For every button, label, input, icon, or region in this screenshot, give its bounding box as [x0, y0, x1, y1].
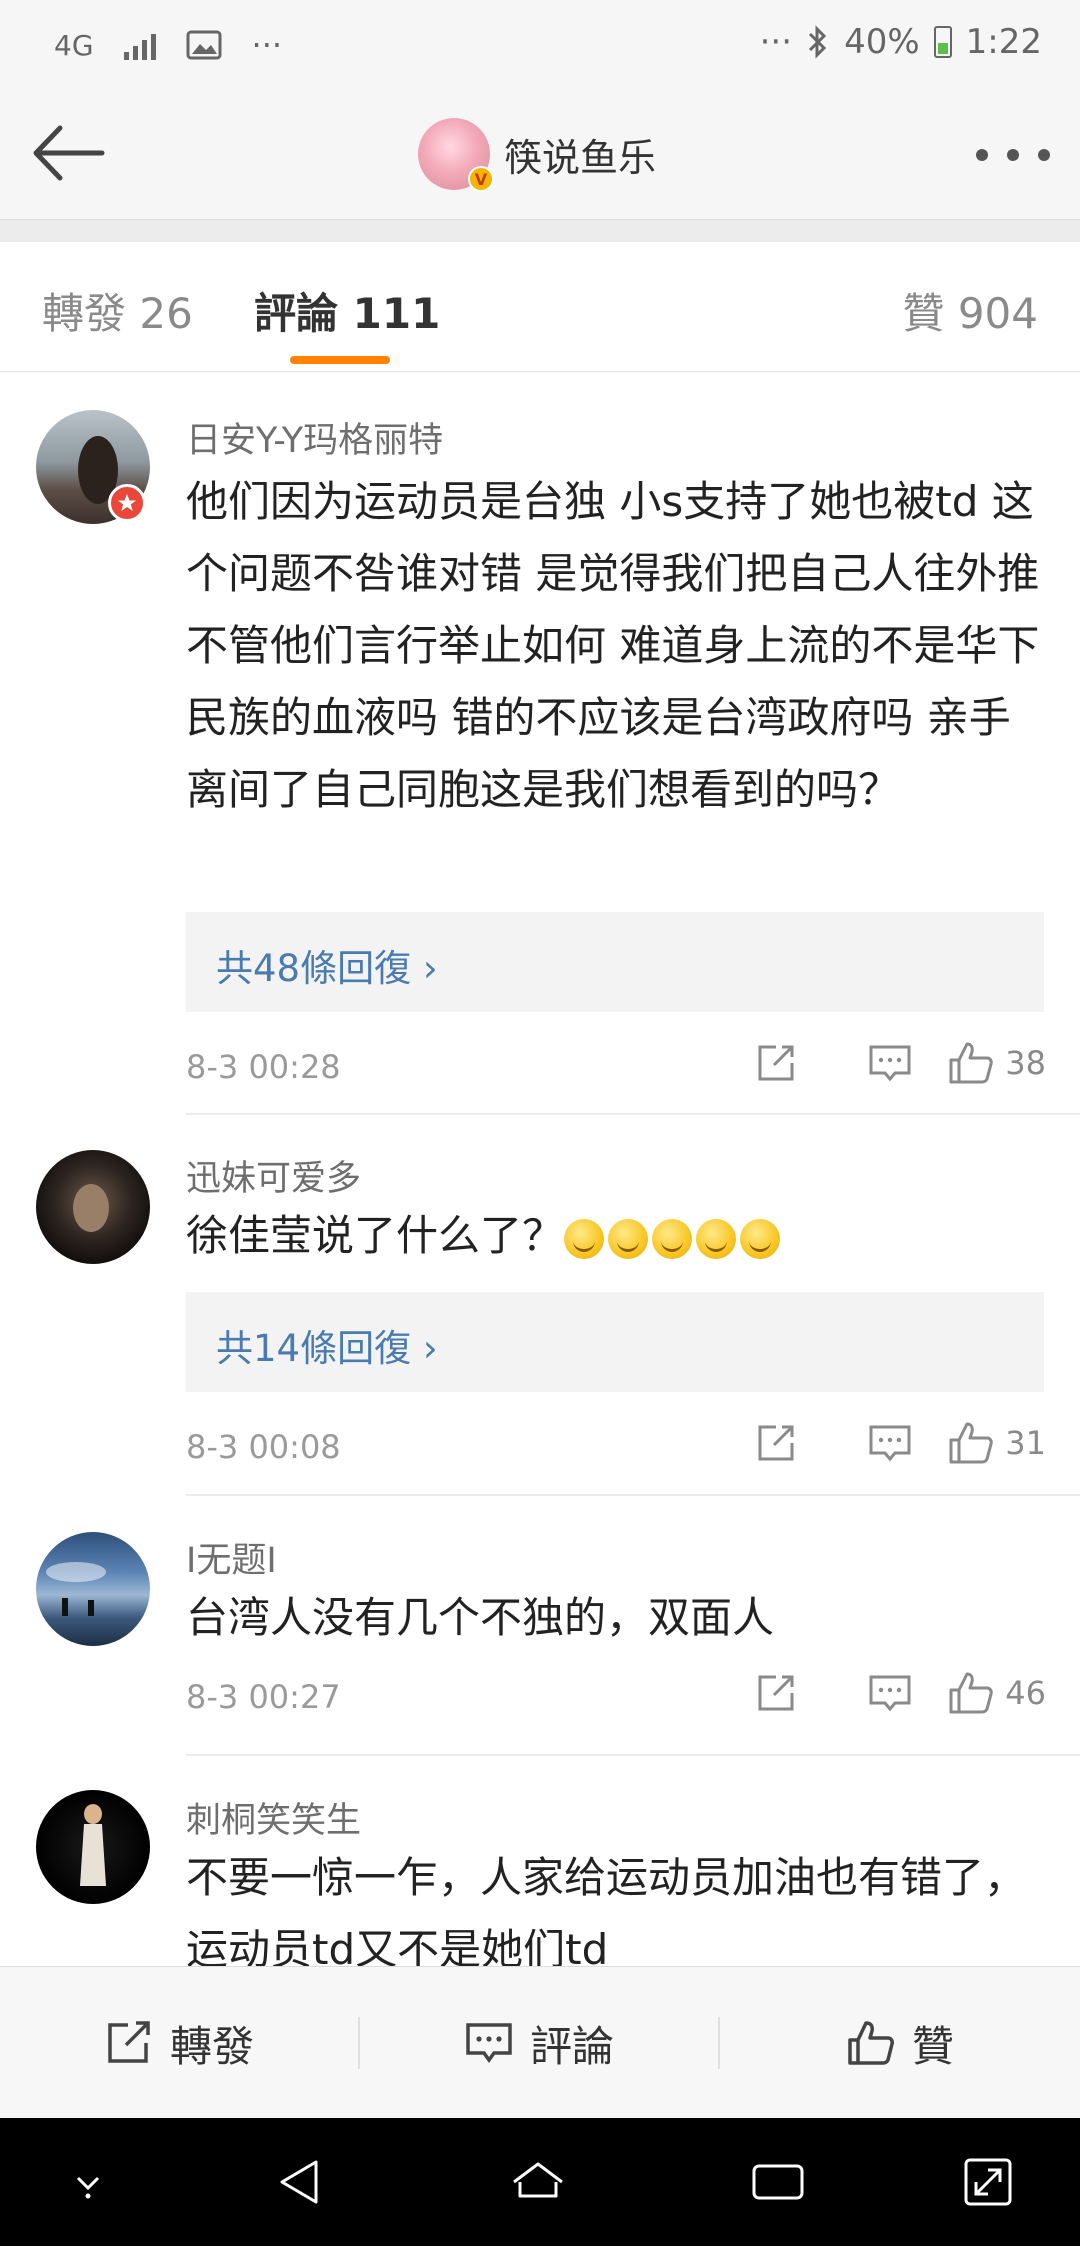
- comment-item: 刺桐笑笑生 不要一惊一乍，人家给运动员加油也有错了，运动员td又不是她们td: [0, 1756, 1080, 1966]
- comment-divider: [186, 1113, 1080, 1115]
- commenter-avatar[interactable]: [36, 1790, 150, 1904]
- commenter-name[interactable]: 刺桐笑笑生: [186, 1792, 361, 1843]
- signal-icon: [123, 30, 156, 60]
- more-options-icon[interactable]: [976, 130, 1050, 180]
- like-count: 46: [1005, 1674, 1046, 1712]
- repost-label: 轉發: [169, 2021, 254, 2071]
- comment-label: 評論: [529, 2021, 614, 2071]
- header-user[interactable]: V 筷说鱼乐: [418, 118, 657, 192]
- section-separator: [0, 220, 1080, 242]
- like-label: 贊: [911, 2021, 954, 2071]
- reply-icon[interactable]: [833, 1421, 947, 1465]
- comment-divider: [186, 1494, 1080, 1496]
- nav-home-icon[interactable]: [508, 2152, 568, 2212]
- expand-icon[interactable]: [958, 2152, 1018, 2212]
- tab-repost[interactable]: 轉發 26: [42, 280, 193, 341]
- reply-icon[interactable]: [833, 1041, 947, 1085]
- emoji-icon: [740, 1218, 781, 1259]
- comment-meta: 8-3 00:28 38: [186, 1040, 1046, 1100]
- comment-text: 不要一惊一乍，人家给运动员加油也有错了，运动员td又不是她们td: [186, 1853, 1027, 1966]
- bluetooth-icon: [809, 25, 827, 59]
- status-bar: 4G ··· ··· 40% 1:22: [0, 0, 1080, 90]
- commenter-name[interactable]: 日安Y-Y玛格丽特: [186, 412, 443, 463]
- emoji-icon: [696, 1218, 737, 1259]
- share-icon[interactable]: [719, 1671, 833, 1715]
- battery-percent: 40%: [844, 22, 920, 62]
- thumbs-up-icon: [848, 2021, 894, 2065]
- tab-likes[interactable]: 贊 904: [902, 280, 1038, 341]
- comment-text: 他们因为运动员是台独 小s支持了她也被td 这个问题不咎谁对错 是觉得我们把自己…: [186, 477, 1040, 814]
- repost-button[interactable]: 轉發: [0, 1967, 358, 2119]
- comment-time: 8-3 00:08: [186, 1428, 341, 1466]
- comment-text: 徐佳莹说了什么了？: [186, 1200, 1046, 1272]
- thumbs-up-icon: [949, 1672, 994, 1714]
- comment-text: 台湾人没有几个不独的，双面人: [186, 1593, 775, 1642]
- clock: 1:22: [965, 22, 1042, 62]
- like-button[interactable]: 38: [947, 1040, 1046, 1086]
- top-nav: V 筷说鱼乐: [0, 90, 1080, 220]
- comment-time: 8-3 00:27: [186, 1678, 341, 1716]
- comment-icon: [466, 2023, 512, 2064]
- bottom-action-bar: 轉發 評論 贊: [0, 1966, 1080, 2118]
- commenter-avatar[interactable]: [36, 1150, 150, 1264]
- status-more: ···: [759, 22, 793, 62]
- header-title: 筷说鱼乐: [504, 135, 657, 180]
- tab-comments[interactable]: 評論 111: [254, 280, 440, 364]
- comment-meta: 8-3 00:08 31: [186, 1420, 1046, 1480]
- nav-recents-icon[interactable]: [748, 2152, 808, 2212]
- repost-icon: [108, 2021, 150, 2063]
- commenter-avatar[interactable]: [36, 1532, 150, 1646]
- header-avatar[interactable]: V: [418, 118, 494, 192]
- share-icon[interactable]: [719, 1041, 833, 1085]
- like-count: 38: [1005, 1044, 1046, 1082]
- thumbs-up-icon: [949, 1422, 994, 1464]
- avatar-photo: [46, 1562, 106, 1616]
- like-post-button[interactable]: 贊: [720, 1967, 1080, 2119]
- comment-meta: 8-3 00:27 46: [186, 1670, 1046, 1730]
- notification-more: ···: [251, 26, 283, 64]
- active-tab-indicator: [290, 356, 390, 364]
- emoji-icon: [608, 1218, 649, 1259]
- tab-bar: 轉發 26 評論 111 贊 904: [0, 242, 1080, 372]
- thumbs-up-icon: [949, 1042, 994, 1084]
- vip-badge: V: [468, 166, 494, 192]
- comment-button[interactable]: 評論: [360, 1967, 718, 2119]
- emoji-icon: [564, 1218, 605, 1259]
- avatar-photo: [80, 1804, 106, 1886]
- network-indicator: 4G: [54, 28, 94, 62]
- like-count: 31: [1005, 1424, 1046, 1462]
- nav-back-icon[interactable]: [270, 2152, 330, 2212]
- reply-icon[interactable]: [833, 1671, 947, 1715]
- comment-time: 8-3 00:28: [186, 1048, 341, 1086]
- like-button[interactable]: 31: [947, 1420, 1046, 1466]
- replies-link[interactable]: 共48條回復 ›: [186, 912, 1044, 1012]
- verified-badge-icon: [108, 484, 146, 522]
- avatar-photo: [73, 1184, 109, 1232]
- share-icon[interactable]: [719, 1421, 833, 1465]
- replies-link[interactable]: 共14條回復 ›: [186, 1292, 1044, 1392]
- back-arrow-icon[interactable]: [28, 118, 108, 188]
- system-nav-bar: [0, 2118, 1080, 2246]
- like-button[interactable]: 46: [947, 1670, 1046, 1716]
- image-notification-icon: [186, 30, 222, 60]
- commenter-name[interactable]: I无题I: [186, 1532, 277, 1583]
- battery-icon: [933, 26, 952, 58]
- emoji-icon: [652, 1218, 693, 1259]
- commenter-name[interactable]: 迅妹可爱多: [186, 1150, 361, 1201]
- keyboard-hide-icon[interactable]: [58, 2152, 118, 2212]
